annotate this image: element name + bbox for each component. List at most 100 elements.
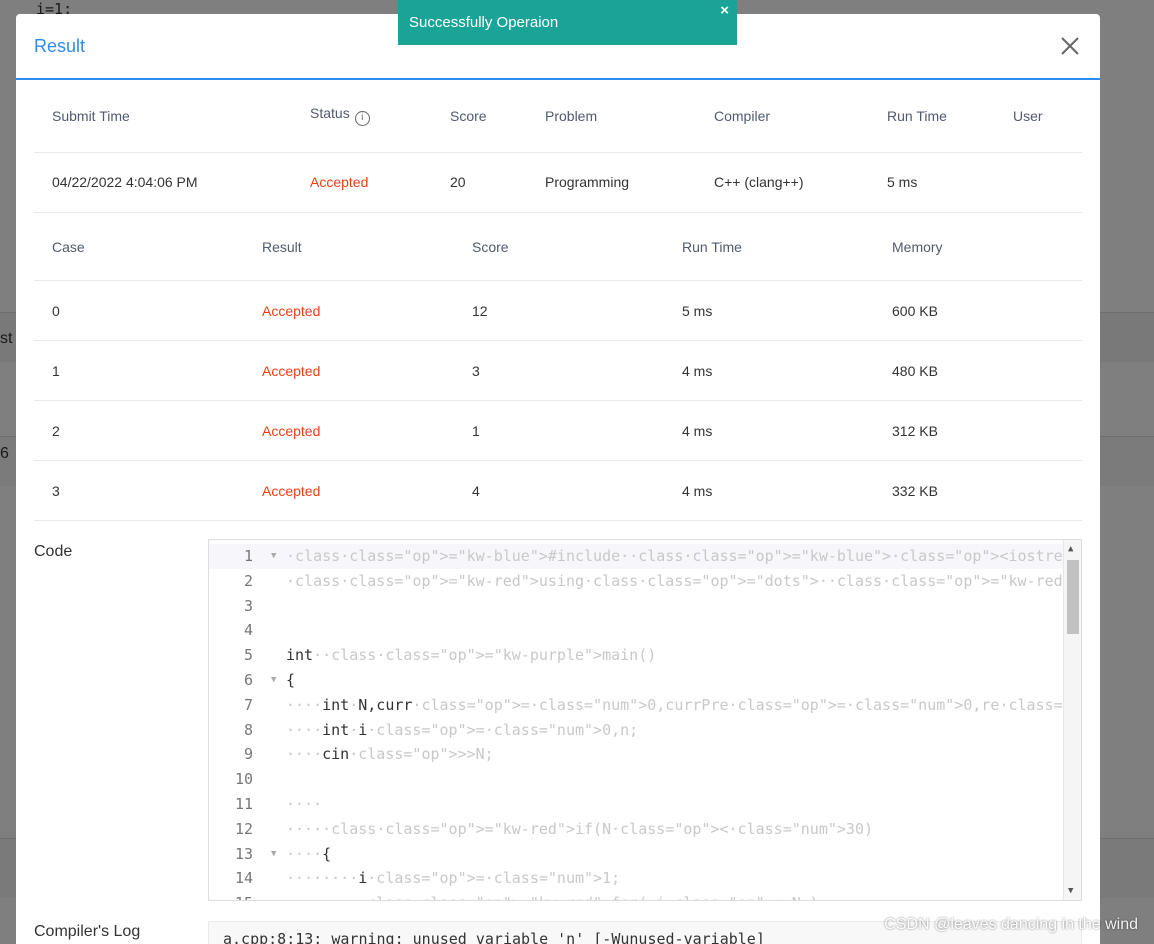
scroll-down-arrow-icon[interactable]: ▼ bbox=[1068, 886, 1073, 896]
user-value bbox=[995, 151, 1082, 212]
scroll-thumb[interactable] bbox=[1067, 560, 1079, 634]
code-text: ·········class·class="op">="kw-red">for(… bbox=[286, 891, 819, 900]
line-number: 8 bbox=[243, 720, 253, 739]
case-score: 3 bbox=[454, 340, 664, 401]
line-number: 14 bbox=[234, 869, 253, 888]
col-header-score: Score bbox=[450, 107, 487, 124]
watermark: CSDN @leaves dancing in the wind bbox=[884, 916, 1138, 933]
code-text: ···· bbox=[286, 795, 323, 813]
line-number: 9 bbox=[243, 745, 253, 764]
code-text: { bbox=[286, 671, 296, 689]
case-result: Accepted bbox=[244, 400, 454, 461]
success-toast: Successfully Operaion × bbox=[398, 0, 737, 45]
fold-arrow-icon[interactable]: ▼ bbox=[271, 544, 276, 569]
submission-table: Submit Time Status i Score Problem Compil… bbox=[34, 80, 1082, 212]
col-header-run-time: Run Time bbox=[887, 107, 947, 124]
line-number: 2 bbox=[243, 571, 253, 590]
submit-time: 04/22/2022 4:04:06 PM bbox=[34, 151, 292, 212]
case-result: Accepted bbox=[244, 280, 454, 341]
fold-arrow-icon[interactable]: ▼ bbox=[271, 668, 276, 693]
result-modal: Result Submit Time Status i Score Problem… bbox=[16, 14, 1100, 944]
line-number: 6 bbox=[243, 671, 253, 689]
problem-value: Programming bbox=[527, 151, 696, 212]
toast-message: Successfully Operaion bbox=[409, 14, 559, 31]
line-number: 3 bbox=[243, 596, 253, 615]
line-number: 1 bbox=[243, 547, 253, 565]
code-line: 9 ····cin·class="op">>>N; bbox=[209, 742, 1064, 767]
line-number: 10 bbox=[234, 770, 253, 789]
col-header-compiler: Compiler bbox=[714, 107, 771, 124]
case-memory: 312 KB bbox=[874, 400, 1082, 461]
case-score: 1 bbox=[454, 400, 664, 461]
code-text: int··class·class="op">="kw-purple">main(… bbox=[286, 646, 657, 665]
close-icon[interactable] bbox=[1058, 34, 1082, 58]
col-header-problem: Problem bbox=[545, 107, 598, 124]
table-row: 2 Accepted 1 4 ms 312 KB bbox=[34, 400, 1082, 461]
score-value: 20 bbox=[432, 151, 527, 212]
status-header-label: Status bbox=[310, 105, 350, 122]
case-memory: 600 KB bbox=[874, 280, 1082, 341]
code-line: 6 ▼ { bbox=[209, 668, 1064, 693]
case-run-time: 4 ms bbox=[664, 340, 874, 401]
col-header-user: User bbox=[1013, 107, 1043, 124]
toast-close-icon[interactable]: × bbox=[720, 2, 729, 19]
scroll-up-arrow-icon[interactable]: ▲ bbox=[1068, 544, 1073, 554]
code-section: Code 1 ▼ ·class·class="op">="kw-blue">#inc… bbox=[34, 539, 1082, 901]
case-result: Accepted bbox=[244, 460, 454, 521]
code-text: ········i·class="op">=·class="num">1; bbox=[286, 869, 621, 888]
col-header-status: Status i bbox=[292, 80, 432, 152]
code-line: 15 ·········class·class="op">="kw-red">fo… bbox=[209, 891, 1064, 900]
line-number: 7 bbox=[243, 695, 253, 714]
status-value: Accepted bbox=[292, 151, 432, 212]
line-number: 5 bbox=[243, 646, 253, 665]
case-score: 4 bbox=[454, 460, 664, 521]
fold-arrow-icon[interactable]: ▼ bbox=[271, 842, 276, 867]
case-memory: 480 KB bbox=[874, 340, 1082, 401]
code-line: 12 ·····class·class="op">="kw-red">if(N·c… bbox=[209, 817, 1064, 842]
code-line: 14 ········i·class="op">=·class="num">1; bbox=[209, 866, 1064, 891]
case-run-time: 4 ms bbox=[664, 460, 874, 521]
code-line: 3 bbox=[209, 594, 1064, 619]
editor-scrollbar[interactable]: ▲ ▼ bbox=[1063, 540, 1081, 900]
code-line: 11 ···· bbox=[209, 792, 1064, 817]
code-text: ····cin·class="op">>>N; bbox=[286, 745, 494, 764]
compiler-log-label: Compiler's Log bbox=[34, 923, 141, 940]
table-row: 0 Accepted 12 5 ms 600 KB bbox=[34, 280, 1082, 341]
case-table: Case Result Score Run Time Memory 0 Acce… bbox=[34, 212, 1082, 521]
col-header-result: Result bbox=[244, 212, 454, 281]
line-number: 15 bbox=[209, 891, 253, 900]
code-line: 2 ·class·class="op">="kw-red">using·class… bbox=[209, 569, 1081, 594]
case-id: 3 bbox=[34, 460, 244, 521]
code-text: ····int·N,curr·class="op">=·class="num">… bbox=[286, 695, 1081, 714]
code-editor[interactable]: 1 ▼ ·class·class="op">="kw-blue">#include·… bbox=[208, 539, 1082, 901]
code-line: 10 bbox=[209, 767, 1064, 792]
code-text: ·class·class="op">="kw-red">using·class·… bbox=[286, 571, 1081, 590]
code-label: Code bbox=[34, 543, 73, 560]
col-header-case-score: Score bbox=[454, 212, 664, 281]
case-run-time: 4 ms bbox=[664, 400, 874, 461]
modal-body: Submit Time Status i Score Problem Compil… bbox=[16, 80, 1100, 944]
col-header-case-run-time: Run Time bbox=[664, 212, 874, 281]
code-text: ·····class·class="op">="kw-red">if(N·cla… bbox=[286, 819, 874, 838]
case-id: 2 bbox=[34, 400, 244, 461]
code-line: 8 ····int·i·class="op">=·class="num">0,n; bbox=[209, 718, 1064, 743]
case-run-time: 5 ms bbox=[664, 280, 874, 341]
code-text: ·class·class="op">="kw-blue">#include··c… bbox=[286, 547, 1082, 565]
compiler-value: C++ (clang++) bbox=[696, 151, 869, 212]
col-header-case: Case bbox=[34, 212, 244, 281]
code-line: 7 ····int·N,curr·class="op">=·class="num"… bbox=[209, 693, 1081, 718]
case-result: Accepted bbox=[244, 340, 454, 401]
info-icon[interactable]: i bbox=[354, 111, 370, 127]
table-row: 3 Accepted 4 4 ms 332 KB bbox=[34, 460, 1082, 521]
code-line: 13 ▼ ····{ bbox=[209, 842, 1064, 867]
col-header-memory: Memory bbox=[874, 212, 1082, 281]
case-id: 0 bbox=[34, 280, 244, 341]
col-header-submit-time: Submit Time bbox=[52, 107, 130, 124]
code-text: ····{ bbox=[286, 844, 332, 863]
line-number: 4 bbox=[243, 621, 253, 640]
submission-row: 04/22/2022 4:04:06 PM Accepted 20 Progra… bbox=[34, 151, 1082, 212]
code-line: 4 bbox=[209, 618, 1064, 643]
line-number: 12 bbox=[234, 819, 253, 838]
code-line: 1 ▼ ·class·class="op">="kw-blue">#include·… bbox=[209, 544, 1081, 569]
line-number: 11 bbox=[234, 795, 253, 813]
